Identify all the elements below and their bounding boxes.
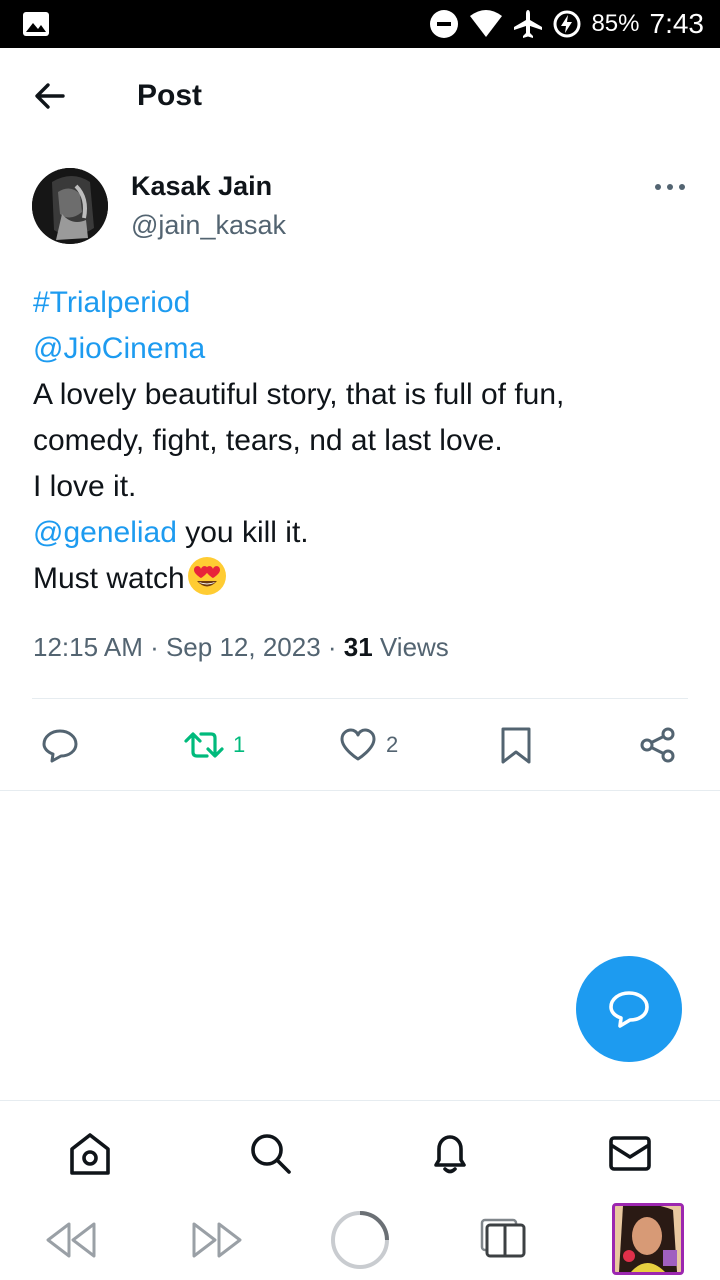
tabs-icon[interactable] (478, 1214, 528, 1264)
reply-button[interactable] (40, 720, 80, 770)
home-icon[interactable] (66, 1129, 114, 1177)
search-icon[interactable] (246, 1129, 294, 1177)
fast-forward-icon[interactable] (190, 1218, 244, 1262)
notifications-icon[interactable] (426, 1129, 474, 1177)
gallery-icon (23, 12, 49, 36)
like-count: 2 (386, 732, 399, 757)
divider (0, 790, 720, 791)
heart-icon (340, 728, 376, 761)
mention-link[interactable]: @JioCinema (33, 332, 205, 365)
loading-circle-icon[interactable] (328, 1208, 392, 1272)
retweet-count: 1 (233, 732, 246, 757)
retweet-icon (184, 732, 224, 758)
bottom-navigation (0, 1100, 720, 1200)
meta-separator: · (142, 632, 166, 662)
tweet-time: 12:15 AM (33, 632, 143, 662)
messages-icon[interactable] (606, 1129, 654, 1177)
tweet-text-fragment: Must watch (33, 562, 185, 595)
tweet-line: comedy, fight, tears, nd at last love. (33, 424, 503, 457)
app-thumbnail[interactable] (612, 1203, 684, 1275)
meta-separator: · (320, 632, 344, 662)
compose-reply-icon (609, 991, 649, 1028)
tweet-meta: 12:15 AM · Sep 12, 2023 · 31 Views (33, 632, 449, 663)
mention-link[interactable]: @geneliad (33, 516, 177, 549)
bookmark-icon (501, 727, 531, 764)
retweet-button[interactable]: 1 (183, 720, 245, 770)
battery-percentage: 85% (591, 10, 640, 37)
rewind-icon[interactable] (44, 1218, 98, 1262)
hashtag-link[interactable]: #Trialperiod (33, 286, 190, 319)
heart-eyes-emoji-icon (187, 557, 226, 595)
tweet-line: I love it. (33, 470, 137, 503)
wifi-icon (470, 10, 503, 37)
back-arrow-icon[interactable] (30, 78, 70, 114)
avatar[interactable] (32, 168, 108, 244)
like-button[interactable]: 2 (338, 720, 398, 770)
post-header: Post (0, 48, 720, 144)
tweet-text-fragment: you kill it. (176, 516, 309, 549)
compose-reply-button[interactable] (576, 956, 682, 1062)
tweet-actions: 1 2 (0, 720, 720, 776)
tweet-date: Sep 12, 2023 (165, 632, 321, 662)
divider (32, 698, 688, 699)
page-title: Post (137, 79, 203, 112)
bookmark-button[interactable] (497, 720, 535, 770)
views-label[interactable]: Views (373, 632, 449, 662)
airplane-mode-icon (514, 10, 543, 38)
tweet-text: #Trialperiod @JioCinema A lovely beautif… (33, 280, 693, 602)
reply-icon (42, 729, 78, 763)
more-options-icon[interactable] (652, 178, 688, 196)
status-clock: 7:43 (649, 8, 705, 39)
views-count[interactable]: 31 (344, 632, 373, 662)
author-handle[interactable]: @jain_kasak (131, 210, 286, 241)
author-name[interactable]: Kasak Jain (131, 171, 272, 202)
tweet-line: A lovely beautiful story, that is full o… (33, 378, 565, 411)
status-bar: 85% 7:43 (0, 0, 720, 48)
share-icon (640, 727, 675, 763)
do-not-disturb-icon (430, 10, 459, 38)
browser-bottom-bar (0, 1200, 720, 1280)
share-button[interactable] (638, 720, 678, 770)
battery-charging-icon (553, 10, 581, 38)
